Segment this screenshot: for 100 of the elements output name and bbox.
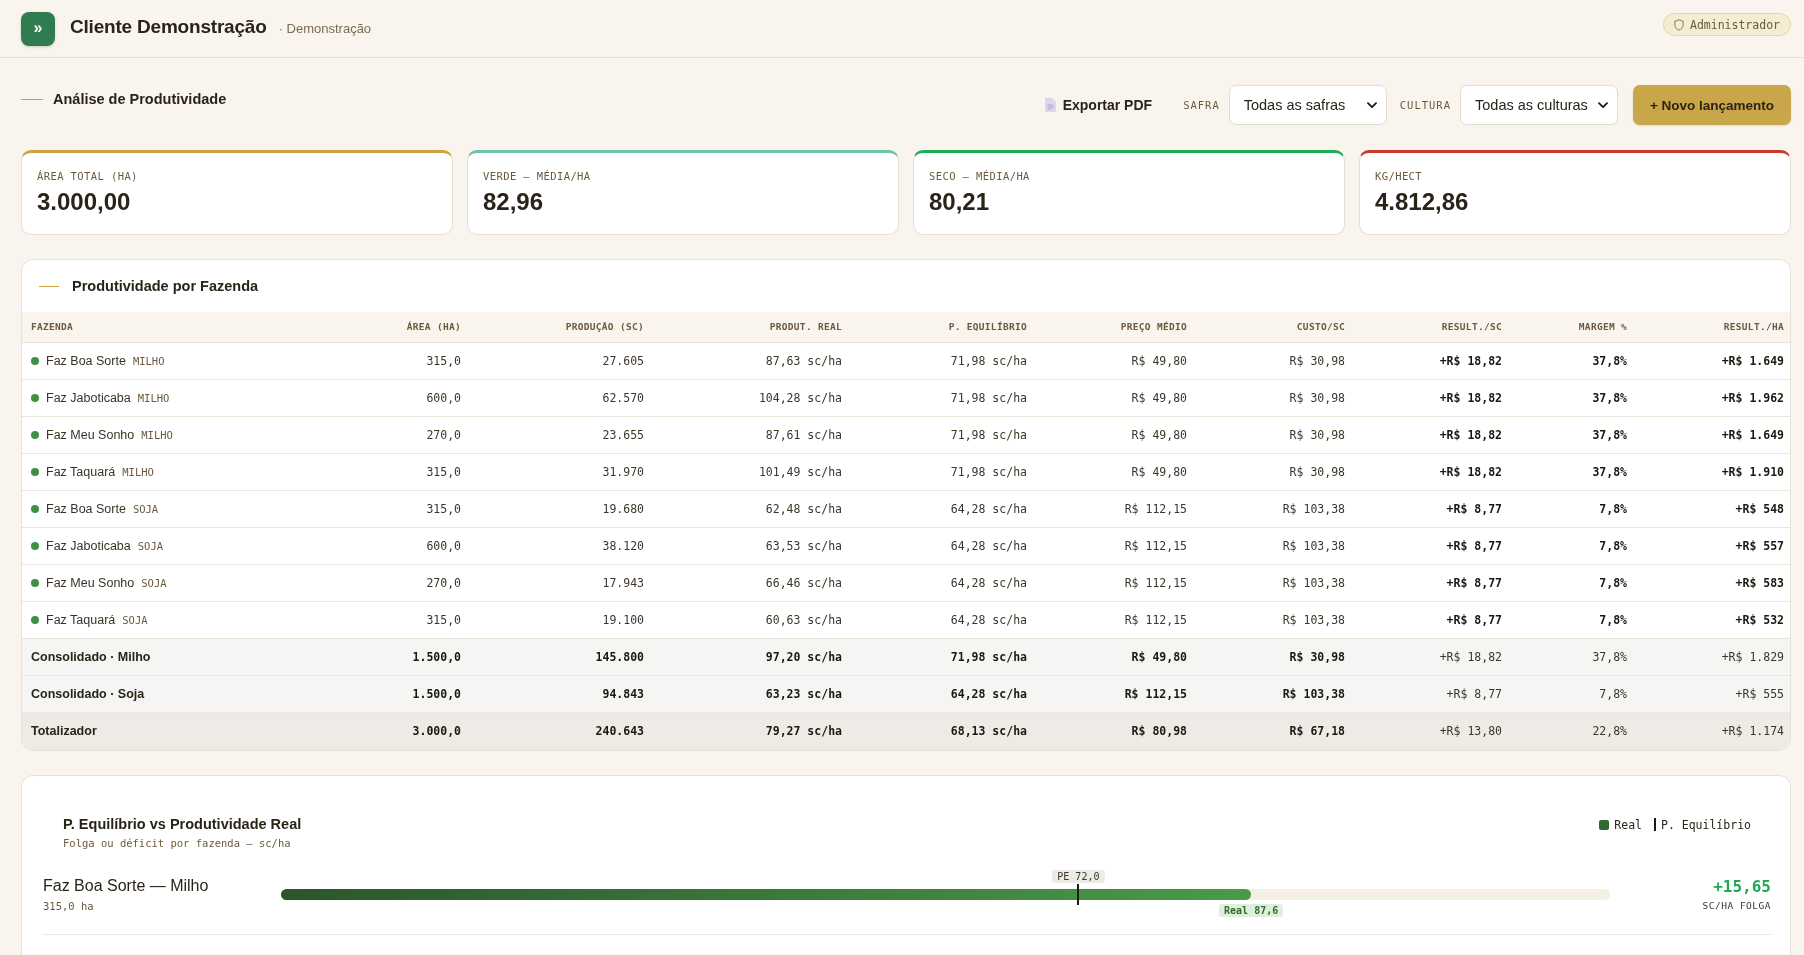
table-cell: +R$ 557 xyxy=(1635,527,1790,564)
chart-title: P. Equilíbrio vs Produtividade Real xyxy=(63,815,302,832)
table-cell: 104,28 sc/ha xyxy=(652,379,850,416)
column-header: RESULT./SC xyxy=(1353,312,1510,342)
table-cell: R$ 49,80 xyxy=(1035,638,1195,675)
chevron-down-icon xyxy=(1366,101,1377,109)
card-title: Produtividade por Fazenda xyxy=(72,278,259,294)
table-cell: 64,28 sc/ha xyxy=(850,490,1035,527)
section-title: Análise de Produtividade xyxy=(53,91,227,107)
table-cell: 270,0 xyxy=(301,416,469,453)
table-cell: +R$ 8,77 xyxy=(1353,601,1510,638)
kpi-label: KG/HECT xyxy=(1375,169,1424,183)
table-cell: 71,98 sc/ha xyxy=(850,379,1035,416)
table-cell: 71,98 sc/ha xyxy=(850,638,1035,675)
row-label: Consolidado · Milho xyxy=(22,638,301,675)
table-cell: R$ 103,38 xyxy=(1195,675,1353,712)
crop-tag: MILHO xyxy=(141,428,173,441)
table-cell: 22,8% xyxy=(1510,712,1635,749)
crop-tag: SOJA xyxy=(132,502,159,515)
table-cell: R$ 103,38 xyxy=(1195,527,1353,564)
new-entry-button[interactable]: + Novo lançamento xyxy=(1633,85,1791,125)
column-header: P. EQUILÍBRIO xyxy=(850,312,1035,342)
kpi-value: 3.000,00 xyxy=(37,187,132,217)
table-cell: 600,0 xyxy=(301,379,469,416)
table-cell: R$ 112,15 xyxy=(1035,675,1195,712)
table-cell: R$ 112,15 xyxy=(1035,601,1195,638)
table-cell: 37,8% xyxy=(1510,453,1635,490)
table-cell: 37,8% xyxy=(1510,638,1635,675)
table-cell: 37,8% xyxy=(1510,342,1635,379)
table-cell: +R$ 555 xyxy=(1635,675,1790,712)
filter-select[interactable]: Todas as safras xyxy=(1228,85,1387,125)
farm-name: Faz Boa Sorte xyxy=(46,501,126,516)
table-cell: 66,46 sc/ha xyxy=(652,564,850,601)
table-cell: 71,98 sc/ha xyxy=(850,453,1035,490)
table-cell: 37,8% xyxy=(1510,379,1635,416)
table-cell: 315,0 xyxy=(301,490,469,527)
table-cell: 600,0 xyxy=(301,527,469,564)
filter-label: SAFRA xyxy=(1183,99,1220,111)
delta-label: SC/HA FOLGA xyxy=(1701,900,1771,911)
table-cell: R$ 30,98 xyxy=(1195,453,1353,490)
table-cell: +R$ 1.910 xyxy=(1635,453,1790,490)
table-cell: 60,63 sc/ha xyxy=(652,601,850,638)
table-cell: +R$ 8,77 xyxy=(1353,527,1510,564)
column-header: PRODUÇÃO (SC) xyxy=(469,312,652,342)
table-cell: 64,28 sc/ha xyxy=(850,601,1035,638)
crop-tag: SOJA xyxy=(137,539,164,552)
table-cell: R$ 80,98 xyxy=(1035,712,1195,749)
table-cell: +R$ 18,82 xyxy=(1353,416,1510,453)
filter-select[interactable]: Todas as culturas xyxy=(1460,85,1618,125)
crop-tag: MILHO xyxy=(132,354,165,367)
chart-subtitle: Folga ou déficit por fazenda — sc/ha xyxy=(63,836,292,849)
table-cell: +R$ 1.174 xyxy=(1635,712,1790,749)
column-header: RESULT./HA xyxy=(1635,312,1790,342)
table-cell: 31.970 xyxy=(469,453,652,490)
table-cell: +R$ 1.649 xyxy=(1635,416,1790,453)
table-cell: 38.120 xyxy=(469,527,652,564)
farm-name: Faz Taquará xyxy=(46,464,116,479)
logo-button[interactable]: » xyxy=(21,11,55,46)
crop-tag: MILHO xyxy=(137,391,170,404)
table-cell: 71,98 sc/ha xyxy=(850,342,1035,379)
table-cell: 19.100 xyxy=(469,601,652,638)
table-cell: R$ 103,38 xyxy=(1195,564,1353,601)
crop-tag: SOJA xyxy=(122,613,148,626)
filter-label: CULTURA xyxy=(1399,99,1451,111)
table-cell: R$ 30,98 xyxy=(1195,416,1353,453)
table-cell: R$ 103,38 xyxy=(1195,490,1353,527)
table-cell: 270,0 xyxy=(301,564,469,601)
table-cell: 240.643 xyxy=(469,712,652,749)
table-cell: 68,13 sc/ha xyxy=(850,712,1035,749)
table-cell: 63,23 sc/ha xyxy=(652,675,850,712)
legend-label: P. Equilíbrio xyxy=(1661,817,1751,832)
table-cell: +R$ 548 xyxy=(1635,490,1790,527)
export-pdf-button[interactable]: Exportar PDF xyxy=(1044,97,1153,113)
table-cell: 3.000,0 xyxy=(301,712,469,749)
table-cell: 17.943 xyxy=(469,564,652,601)
table-cell: 94.843 xyxy=(469,675,652,712)
table-cell: 145.800 xyxy=(469,638,652,675)
table-cell: R$ 49,80 xyxy=(1035,453,1195,490)
kpi-label: SECO — MÉDIA/HA xyxy=(929,169,1031,183)
legend-label: Real xyxy=(1614,817,1642,832)
chevron-down-icon xyxy=(1598,101,1608,109)
kpi-value: 82,96 xyxy=(483,187,545,217)
farm-name: Faz Jaboticaba xyxy=(46,538,131,553)
table-cell: +R$ 583 xyxy=(1635,564,1790,601)
table-cell: 62,48 sc/ha xyxy=(652,490,850,527)
table-cell: R$ 67,18 xyxy=(1195,712,1353,749)
table-cell: 64,28 sc/ha xyxy=(850,675,1035,712)
table-cell: 79,27 sc/ha xyxy=(652,712,850,749)
table-cell: 62.570 xyxy=(469,379,652,416)
table-cell: +R$ 18,82 xyxy=(1353,638,1510,675)
table-cell: 7,8% xyxy=(1510,601,1635,638)
table-cell: +R$ 18,82 xyxy=(1353,453,1510,490)
farm-name: Faz Taquará xyxy=(46,612,116,627)
table-cell: +R$ 18,82 xyxy=(1353,379,1510,416)
document-icon xyxy=(1044,98,1056,112)
table-cell: R$ 30,98 xyxy=(1195,342,1353,379)
real-legend-icon xyxy=(1599,819,1610,830)
table-cell: 315,0 xyxy=(301,342,469,379)
breakeven-label: PE 72,0 xyxy=(1052,869,1105,883)
farm-crop-name: Faz Boa Sorte — Milho xyxy=(43,876,210,895)
